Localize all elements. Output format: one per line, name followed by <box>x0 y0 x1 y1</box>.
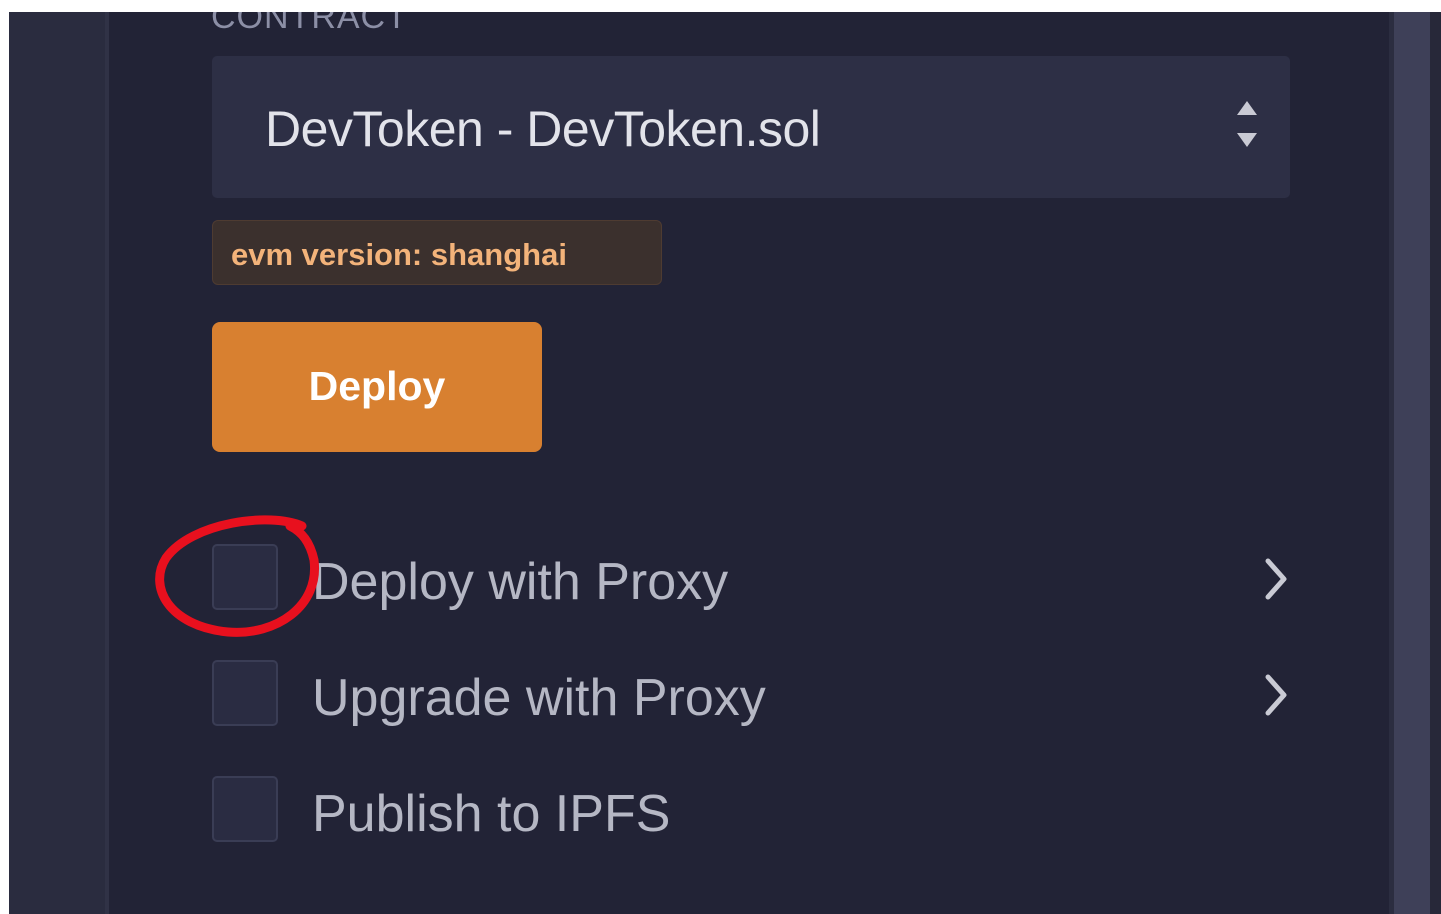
publish-to-ipfs-checkbox[interactable] <box>212 776 278 842</box>
evm-version-text: evm version: shanghai <box>231 237 567 272</box>
up-down-arrows-icon <box>1237 101 1257 147</box>
deploy-with-proxy-option[interactable]: Deploy with Proxy <box>212 544 1302 614</box>
icon-sidebar <box>9 12 105 914</box>
window-edge <box>1430 12 1441 914</box>
upgrade-with-proxy-label: Upgrade with Proxy <box>312 669 766 727</box>
publish-to-ipfs-option[interactable]: Publish to IPFS <box>212 776 1302 846</box>
upgrade-with-proxy-checkbox[interactable] <box>212 660 278 726</box>
chevron-right-icon[interactable] <box>1261 672 1291 718</box>
contract-select-value: DevToken - DevToken.sol <box>265 101 821 157</box>
evm-version-badge: evm version: shanghai <box>212 220 662 285</box>
deploy-panel: CONTRACT DevToken - DevToken.sol evm ver… <box>9 12 1441 914</box>
deploy-button[interactable]: Deploy <box>212 322 542 452</box>
deploy-with-proxy-label: Deploy with Proxy <box>312 553 729 611</box>
scrollbar[interactable] <box>1394 12 1430 914</box>
chevron-right-icon[interactable] <box>1261 556 1291 602</box>
upgrade-with-proxy-option[interactable]: Upgrade with Proxy <box>212 660 1302 730</box>
contract-select[interactable]: DevToken - DevToken.sol <box>212 56 1290 198</box>
contract-section-label: CONTRACT <box>211 12 408 36</box>
deploy-with-proxy-checkbox[interactable] <box>212 544 278 610</box>
sidebar-divider <box>105 12 109 914</box>
publish-to-ipfs-label: Publish to IPFS <box>312 785 671 843</box>
deploy-button-label: Deploy <box>308 363 446 409</box>
